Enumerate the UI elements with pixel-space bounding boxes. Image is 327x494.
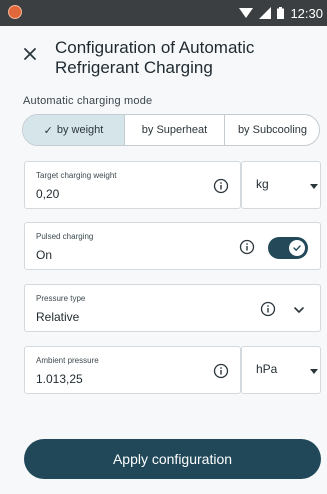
status-time: 12:30 (290, 5, 323, 21)
target-weight-field[interactable]: Target charging weight 0,20 (24, 161, 241, 209)
mode-by-superheat-button[interactable]: by Superheat (124, 115, 224, 145)
charging-mode-label: Automatic charging mode (23, 95, 153, 107)
pressure-type-value: Relative (36, 310, 80, 324)
signal-icon (259, 7, 272, 19)
charging-mode-selector: ✓ by weight by Superheat by Subcooling (22, 114, 320, 146)
mode-by-superheat-label: by Superheat (141, 124, 208, 136)
info-icon[interactable] (213, 178, 229, 194)
battery-icon (277, 7, 285, 19)
mode-by-subcooling-label: by Subcooling (237, 124, 308, 136)
weight-unit-value: kg (256, 177, 269, 191)
status-bar: 12:30 (0, 0, 327, 26)
info-icon[interactable] (213, 363, 229, 379)
mode-by-subcooling-button[interactable]: by Subcooling (224, 115, 319, 145)
pressure-unit-select[interactable]: hPa (241, 346, 321, 394)
pulsed-charging-value: On (36, 248, 53, 262)
mode-by-weight-label: by weight (56, 124, 104, 136)
pressure-unit-value: hPa (256, 362, 278, 376)
info-icon[interactable] (260, 301, 276, 317)
pulsed-charging-toggle[interactable] (268, 237, 308, 259)
chevron-down-icon (294, 307, 304, 313)
dropdown-arrow-icon (310, 184, 318, 189)
target-weight-label: Target charging weight (36, 171, 117, 180)
target-weight-value: 0,20 (36, 187, 60, 201)
ambient-pressure-value: 1.013,25 (36, 372, 83, 386)
weight-unit-select[interactable]: kg (241, 161, 321, 209)
check-icon: ✓ (43, 124, 53, 137)
ambient-pressure-field[interactable]: Ambient pressure 1.013,25 (24, 346, 241, 394)
check-icon (293, 245, 301, 251)
toggle-knob (289, 240, 305, 256)
pressure-type-label: Pressure type (36, 294, 86, 303)
dropdown-arrow-icon (310, 369, 318, 374)
ambient-pressure-label: Ambient pressure (36, 356, 99, 365)
wifi-icon (239, 8, 254, 18)
app-header: Configuration of Automatic Refrigerant C… (0, 26, 327, 80)
mode-by-weight-button[interactable]: ✓ by weight (23, 115, 124, 145)
pressure-type-select[interactable]: Pressure type Relative (24, 284, 321, 332)
page-title: Configuration of Automatic Refrigerant C… (55, 38, 255, 77)
info-icon[interactable] (239, 239, 255, 255)
apply-configuration-button[interactable]: Apply configuration (24, 439, 321, 479)
pulsed-charging-label: Pulsed charging (36, 232, 94, 241)
close-icon[interactable] (22, 46, 38, 62)
status-indicators: 12:30 (239, 4, 323, 22)
app-notification-icon (8, 5, 22, 19)
